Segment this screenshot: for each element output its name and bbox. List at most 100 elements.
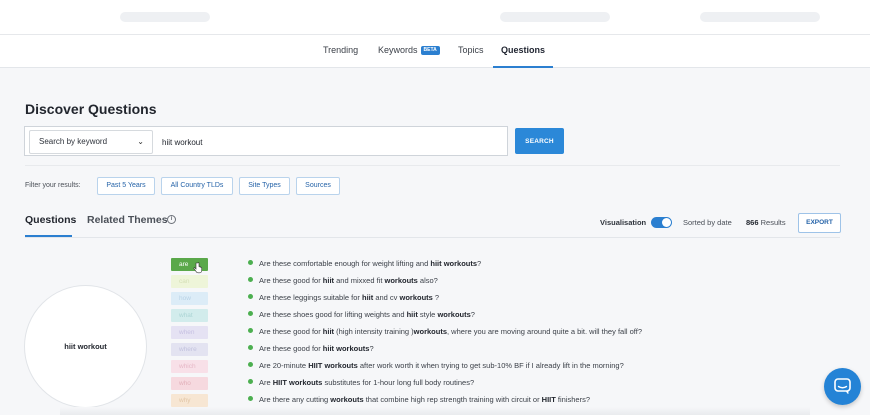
question-text: style [417, 310, 438, 319]
question-text: Are these good for [259, 276, 323, 285]
header-blur-block [700, 12, 820, 22]
question-keyword: hiit [406, 310, 418, 319]
search-button[interactable]: SEARCH [515, 128, 564, 154]
keyword-wheel: hiit workout [24, 285, 147, 408]
question-text: , where you are moving around quite a bi… [447, 327, 642, 336]
question-text: substitutes for 1-hour long full body ro… [322, 378, 475, 387]
question-text: (high intensity training ) [334, 327, 414, 336]
question-word-chip[interactable]: where [171, 343, 208, 356]
results-number: 866 [746, 218, 759, 227]
question-item[interactable]: Are these good for hiit and mixxed fit w… [248, 275, 438, 287]
question-item[interactable]: Are these good for hiit (high intensity … [248, 326, 642, 338]
visualisation-label: Visualisation [600, 218, 647, 227]
page-title: Discover Questions [25, 101, 157, 117]
question-keyword: hiit [361, 293, 374, 302]
question-text: Are 20-minute [259, 361, 309, 370]
bullet-dot-icon [248, 260, 253, 265]
bullet-dot-icon [248, 362, 253, 367]
question-text: ? [369, 344, 374, 353]
bullet-dot-icon [248, 328, 253, 333]
question-item[interactable]: Are HIIT workouts substitutes for 1-hour… [248, 377, 474, 389]
question-text: Are these leggings suitable for [259, 293, 362, 302]
question-text: Are these good for [259, 344, 323, 353]
nav-item-keywords[interactable]: Keywords BETA [378, 35, 440, 68]
bullet-dot-icon [248, 379, 253, 384]
header-blur-block [500, 12, 610, 22]
tab-questions[interactable]: Questions [25, 214, 76, 226]
question-keyword: workouts [399, 293, 433, 302]
filter-time-button[interactable]: Past 5 Years [97, 177, 155, 195]
question-word-chip[interactable]: what [171, 309, 208, 322]
results-label: Results [760, 218, 786, 227]
question-item[interactable]: Are these leggings suitable for hiit and… [248, 292, 439, 304]
results-count: 866 Results [746, 218, 786, 227]
question-word-chip[interactable]: when [171, 326, 208, 339]
question-text: and mixxed fit [334, 276, 385, 285]
question-text: Are these shoes good for lifting weights… [259, 310, 407, 319]
filter-label: Filter your results: [25, 182, 81, 189]
question-keyword: hiit [322, 327, 335, 336]
question-text: Are these good for [259, 327, 323, 336]
question-text: ? [477, 259, 482, 268]
question-text: and cv [373, 293, 400, 302]
bullet-dot-icon [248, 311, 253, 316]
top-header [0, 0, 870, 35]
bullet-dot-icon [248, 277, 253, 282]
chat-icon [834, 378, 851, 394]
visualisation-toggle[interactable] [651, 217, 672, 228]
question-item[interactable]: Are there any cutting workouts that comb… [248, 394, 590, 406]
chat-button[interactable] [824, 368, 861, 405]
search-mode-select[interactable]: Search by keyword ⌄ [29, 130, 153, 154]
question-item[interactable]: Are these shoes good for lifting weights… [248, 309, 475, 321]
bullet-dot-icon [248, 345, 253, 350]
question-item[interactable]: Are these comfortable enough for weight … [248, 258, 481, 270]
question-item[interactable]: Are these good for hiit workouts? [248, 343, 374, 355]
question-word-chip[interactable]: which [171, 360, 208, 373]
question-keyword: hiit workouts [322, 344, 370, 353]
info-icon[interactable]: i [167, 215, 176, 224]
bottom-shadow [60, 407, 810, 415]
question-item[interactable]: Are 20-minute HIIT workouts after work w… [248, 360, 624, 372]
question-keyword: workouts [437, 310, 471, 319]
question-keyword: hiit [322, 276, 335, 285]
beta-badge: BETA [420, 46, 440, 55]
search-mode-value: Search by keyword [39, 137, 108, 146]
header-blur-block [120, 12, 210, 22]
nav-item-trending[interactable]: Trending [323, 35, 358, 68]
question-text: ? [470, 310, 475, 319]
question-word-chip[interactable]: can [171, 275, 208, 288]
question-text: Are these comfortable enough for weight … [259, 259, 431, 268]
question-text: finishers? [555, 395, 591, 404]
question-text: ? [432, 293, 440, 302]
main-nav: Trending Keywords BETA Topics Questions [0, 35, 870, 68]
question-text: after work worth it when trying to get s… [357, 361, 624, 370]
search-bar: Search by keyword ⌄ [24, 126, 508, 156]
nav-item-topics[interactable]: Topics [458, 35, 484, 68]
question-keyword: workouts [330, 395, 364, 404]
question-word-chip[interactable]: how [171, 292, 208, 305]
question-text: Are [259, 378, 273, 387]
hand-cursor-icon [193, 262, 202, 274]
question-keyword: hiit workouts [430, 259, 478, 268]
filter-sources-button[interactable]: Sources [296, 177, 340, 195]
nav-item-questions[interactable]: Questions [493, 35, 553, 68]
question-keyword: HIIT workouts [308, 361, 358, 370]
export-button[interactable]: EXPORT [798, 213, 841, 233]
bullet-dot-icon [248, 294, 253, 299]
sorted-by-label[interactable]: Sorted by date [683, 218, 732, 227]
question-word-chip[interactable]: who [171, 377, 208, 390]
tab-related-themes[interactable]: Related Themes [87, 214, 168, 226]
question-text: also? [417, 276, 438, 285]
toggle-knob [662, 218, 671, 227]
wheel-center-label: hiit workout [64, 342, 107, 351]
filter-country-button[interactable]: All Country TLDs [161, 177, 233, 195]
question-keyword: workouts [413, 327, 448, 336]
search-input[interactable] [162, 131, 492, 153]
bullet-dot-icon [248, 396, 253, 401]
question-keyword: HIIT workouts [272, 378, 323, 387]
tabs-divider [25, 237, 840, 238]
chevron-down-icon: ⌄ [137, 137, 144, 146]
question-word-chip[interactable]: why [171, 394, 208, 407]
filter-site-types-button[interactable]: Site Types [239, 177, 290, 195]
section-divider [25, 165, 840, 166]
